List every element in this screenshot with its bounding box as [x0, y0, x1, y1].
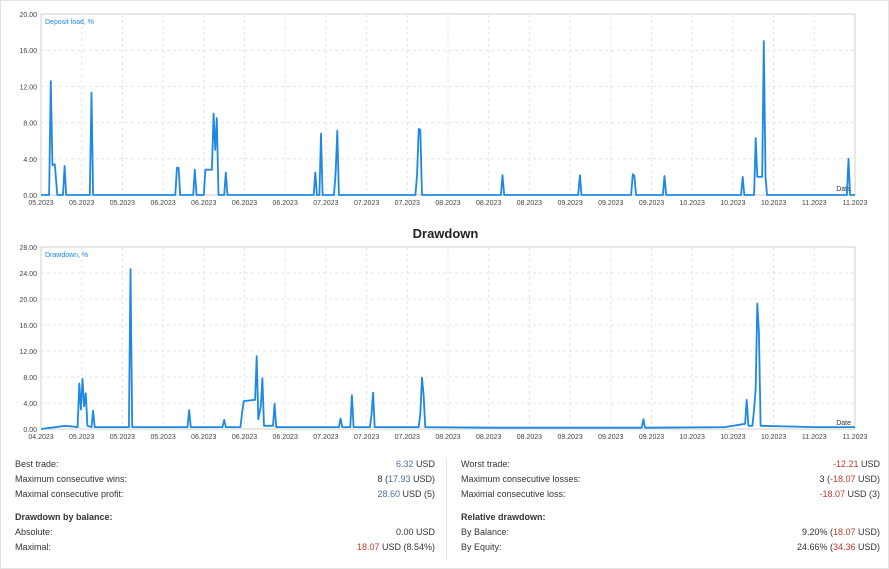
x-tick-label: 05.2023: [150, 434, 175, 441]
x-axis-label: Date: [836, 420, 851, 427]
y-tick-label: 0.00: [23, 427, 37, 434]
y-tick-label: 28.00: [19, 245, 37, 252]
y-tick-label: 8.00: [23, 121, 37, 128]
x-tick-label: 09.2023: [598, 200, 623, 207]
x-tick-label: 05.2023: [110, 200, 135, 207]
worst-trade-row: Worst trade: -12.21 USD: [455, 457, 882, 472]
x-tick-label: 10.2023: [720, 200, 745, 207]
stats-table: Best trade: 6.32 USD Maximum consecutive…: [9, 457, 882, 565]
x-tick-label: 06.2023: [232, 200, 257, 207]
stats-left-column: Best trade: 6.32 USD Maximum consecutive…: [9, 457, 437, 555]
x-tick-label: 07.2023: [354, 200, 379, 207]
worst-trade-label: Worst trade:: [461, 459, 510, 469]
y-tick-label: 16.00: [19, 323, 37, 330]
max-consec-loss-value: -18.07 USD (3): [819, 489, 880, 499]
maximal-row: Maximal: 18.07 USD (8.54%): [9, 540, 437, 555]
x-tick-label: 04.2023: [28, 434, 53, 441]
x-tick-label: 11.2023: [802, 200, 827, 207]
x-tick-label: 05.2023: [28, 200, 53, 207]
x-tick-label: 09.2023: [557, 434, 582, 441]
x-tick-label: 07.2023: [395, 200, 420, 207]
x-tick-label: 11.2023: [843, 434, 868, 441]
by-equity-row: By Equity: 24.66% (34.36 USD): [455, 540, 882, 555]
x-tick-label: 06.2023: [150, 200, 175, 207]
x-tick-label: 08.2023: [517, 434, 542, 441]
x-tick-label: 08.2023: [476, 200, 501, 207]
x-tick-label: 05.2023: [69, 434, 94, 441]
report-panel: 0.00 4.00 8.00 12.00 16.00 20.00 05.2023 05.202…: [0, 0, 889, 569]
x-tick-label: 06.2023: [232, 434, 257, 441]
drawdown-chart: 0.00 4.00 8.00 12.00 16.00 20.00 24.00 28.00 04.…: [19, 245, 868, 441]
drawdown-title: Drawdown: [412, 226, 479, 241]
x-tick-label: 10.2023: [761, 434, 786, 441]
absolute-row: Absolute: 0.00 USD: [9, 525, 437, 540]
worst-trade-value: -12.21 USD: [832, 459, 880, 469]
by-equity-label: By Equity:: [461, 542, 502, 552]
x-tick-label: 07.2023: [313, 434, 338, 441]
x-tick-label: 09.2023: [639, 200, 664, 207]
x-tick-label: 05.2023: [69, 200, 94, 207]
max-consec-loss-label: Maximal consecutive loss:: [461, 489, 566, 499]
max-consec-losses-value: 3 (-18.07 USD): [819, 474, 880, 484]
maximal-value: 18.07 USD (8.54%): [356, 542, 435, 552]
x-tick-label: 07.2023: [354, 434, 379, 441]
x-tick-label: 10.2023: [720, 434, 745, 441]
x-tick-label: 06.2023: [191, 434, 216, 441]
y-tick-label: 24.00: [19, 271, 37, 278]
x-tick-label: 06.2023: [273, 200, 298, 207]
absolute-value: 0.00 USD: [395, 527, 435, 537]
max-consec-loss-row: Maximal consecutive loss: -18.07 USD (3): [455, 487, 882, 502]
best-trade-row: Best trade: 6.32 USD: [9, 457, 437, 472]
best-trade-value: 6.32 USD: [395, 459, 435, 469]
x-tick-label: 09.2023: [639, 434, 664, 441]
by-equity-value: 24.66% (34.36 USD): [796, 542, 880, 552]
y-tick-label: 4.00: [23, 157, 37, 164]
stats-divider: [446, 459, 447, 559]
rel-dd-heading: Relative drawdown:: [461, 512, 546, 522]
by-balance-label: By Balance:: [461, 527, 510, 537]
series-label: Deposit load, %: [45, 19, 94, 26]
x-tick-label: 10.2023: [680, 434, 705, 441]
y-tick-label: 12.00: [19, 84, 37, 91]
x-tick-label: 10.2023: [680, 200, 705, 207]
max-consec-wins-value: 8 (17.93 USD): [377, 474, 435, 484]
y-tick-label: 12.00: [19, 349, 37, 356]
series-label: Drawdown, %: [45, 252, 88, 259]
x-tick-label: 09.2023: [557, 200, 582, 207]
x-tick-label: 08.2023: [517, 200, 542, 207]
max-consec-profit-label: Maximal consecutive profit:: [15, 489, 124, 499]
x-tick-label: 06.2023: [191, 200, 216, 207]
x-tick-label: 08.2023: [435, 434, 460, 441]
x-tick-label: 11.2023: [802, 434, 827, 441]
x-tick-label: 08.2023: [435, 200, 460, 207]
max-consec-profit-row: Maximal consecutive profit: 28.60 USD (5…: [9, 487, 437, 502]
x-tick-label: 09.2023: [598, 434, 623, 441]
absolute-label: Absolute:: [15, 527, 53, 537]
deposit-load-chart: 0.00 4.00 8.00 12.00 16.00 20.00 05.2023 05.202…: [19, 12, 868, 207]
y-tick-label: 8.00: [23, 375, 37, 382]
x-tick-label: 08.2023: [476, 434, 501, 441]
max-consec-wins-label: Maximum consecutive wins:: [15, 474, 128, 484]
max-consec-wins-row: Maximum consecutive wins: 8 (17.93 USD): [9, 472, 437, 487]
y-tick-label: 0.00: [23, 193, 37, 200]
maximal-label: Maximal:: [15, 542, 52, 552]
x-tick-label: 05.2023: [110, 434, 135, 441]
y-tick-label: 20.00: [19, 297, 37, 304]
dd-balance-heading: Drawdown by balance:: [15, 512, 113, 522]
x-tick-label: 07.2023: [395, 434, 420, 441]
by-balance-value: 9.20% (18.07 USD): [801, 527, 880, 537]
max-consec-profit-value: 28.60 USD (5): [377, 489, 435, 499]
x-tick-label: 06.2023: [273, 434, 298, 441]
max-consec-losses-label: Maximum consecutive losses:: [461, 474, 581, 484]
x-tick-label: 07.2023: [313, 200, 338, 207]
x-tick-label: 10.2023: [761, 200, 786, 207]
y-tick-label: 4.00: [23, 401, 37, 408]
max-consec-losses-row: Maximum consecutive losses: 3 (-18.07 US…: [455, 472, 882, 487]
y-tick-label: 16.00: [19, 48, 37, 55]
stats-right-column: Worst trade: -12.21 USD Maximum consecut…: [455, 457, 882, 555]
by-balance-row: By Balance: 9.20% (18.07 USD): [455, 525, 882, 540]
y-tick-label: 20.00: [19, 12, 37, 19]
best-trade-label: Best trade:: [15, 459, 59, 469]
x-tick-label: 11.2023: [843, 200, 868, 207]
